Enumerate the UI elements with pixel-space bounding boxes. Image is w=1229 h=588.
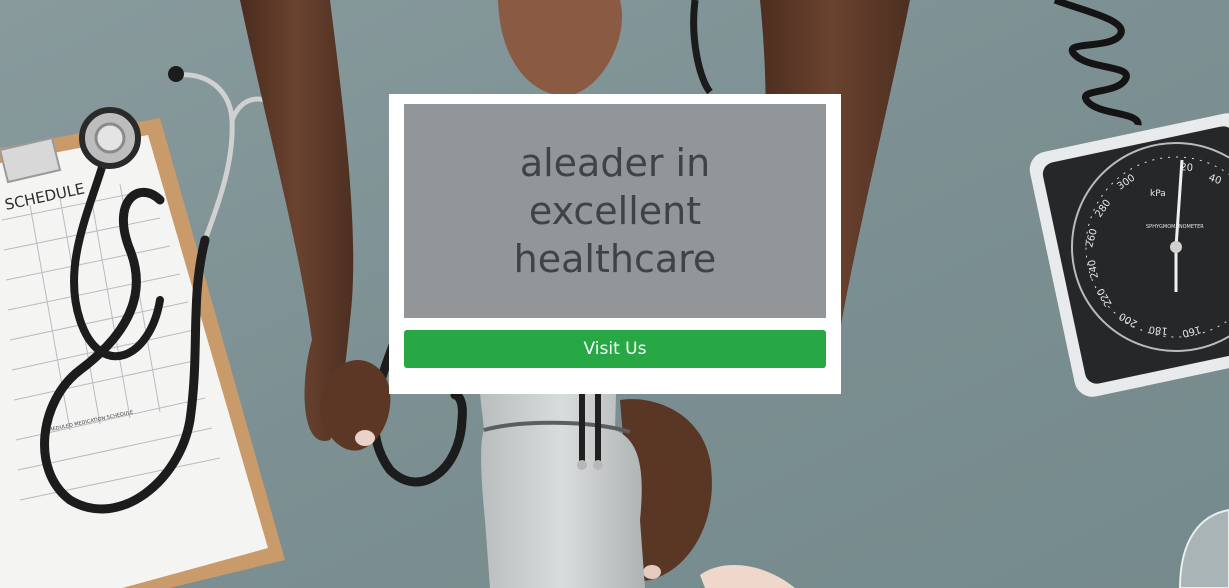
hero-card: aleader in excellent healthcare Visit Us — [389, 94, 841, 394]
gauge-number: 20 — [1180, 162, 1194, 174]
heading-box: aleader in excellent healthcare — [404, 104, 826, 318]
hero-section: SCHEDULE CHEDULED MEDICATION SCHEDULE kP… — [0, 0, 1229, 588]
gauge-brand-text: SPHYGMOMANOMETER — [1146, 224, 1204, 230]
gauge-unit-text: kPa — [1150, 189, 1166, 199]
visit-us-button[interactable]: Visit Us — [404, 330, 826, 368]
gauge-number: 180 — [1148, 323, 1168, 336]
hero-heading: aleader in excellent healthcare — [513, 141, 717, 281]
